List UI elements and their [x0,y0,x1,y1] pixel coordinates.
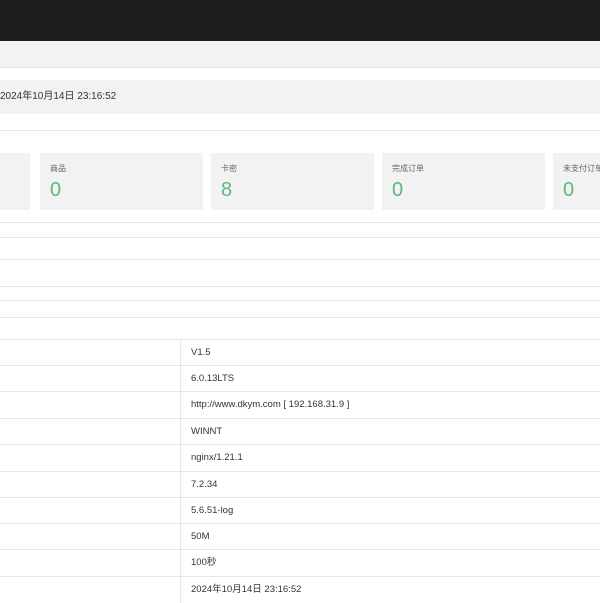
table-cell-value: 6.0.13LTS [191,373,235,384]
stat-value: 0 [392,179,404,201]
table-cell-key [0,392,181,418]
table-cell-value: 100秒 [191,557,217,568]
stat-card-cards: 卡密 8 [211,153,374,210]
stat-value: 8 [221,179,233,201]
stat-label: 商品 [50,164,66,173]
divider [0,222,600,223]
table-cell-key [0,366,181,392]
stat-label: 卡密 [221,164,237,173]
stat-card-completed-orders: 完成订单 0 [382,153,545,210]
top-navbar [0,0,600,41]
table-row: 7.2.34 [0,471,600,498]
table-cell-key [0,340,181,366]
table-cell-value: V1.5 [191,347,211,358]
divider [0,130,600,131]
stat-card-partial [0,153,30,210]
stat-value: 0 [563,179,575,201]
divider [0,259,600,260]
current-time-banner: 2024年10月14日 23:16:52 [0,80,600,114]
table-cell-key [0,472,181,498]
table-row: 2024年10月14日 23:16:52 [0,576,600,603]
table-row: V1.5 [0,339,600,366]
stat-card-goods: 商品 0 [40,153,203,210]
table-cell-value: 50M [191,531,210,542]
divider [0,237,600,238]
stat-value: 0 [50,179,62,201]
stat-label: 未支付订单 [563,164,600,173]
table-row: WINNT [0,418,600,445]
table-cell-key [0,550,181,576]
tab-bar [0,41,600,68]
stat-label: 完成订单 [392,164,424,173]
table-row: nginx/1.21.1 [0,444,600,471]
table-row: 5.6.51-log [0,497,600,524]
table-cell-key [0,577,181,603]
table-cell-value: nginx/1.21.1 [191,452,243,463]
divider [0,300,600,301]
table-cell-key [0,419,181,445]
table-cell-value: 7.2.34 [191,479,218,490]
table-cell-value: http://www.dkym.com [ 192.168.31.9 ] [191,399,350,410]
current-time-text: 2024年10月14日 23:16:52 [0,91,117,102]
table-row: 100秒 [0,549,600,576]
table-row: 6.0.13LTS [0,365,600,392]
table-cell-value: WINNT [191,426,223,437]
divider [0,317,600,318]
table-cell-value: 5.6.51-log [191,505,234,516]
stat-card-unpaid-orders: 未支付订单 0 [553,153,600,210]
divider [0,286,600,287]
table-cell-key [0,445,181,471]
table-cell-value: 2024年10月14日 23:16:52 [191,584,302,595]
table-row: 50M [0,523,600,550]
table-row: http://www.dkym.com [ 192.168.31.9 ] [0,391,600,418]
table-cell-key [0,498,181,524]
table-cell-key [0,524,181,550]
